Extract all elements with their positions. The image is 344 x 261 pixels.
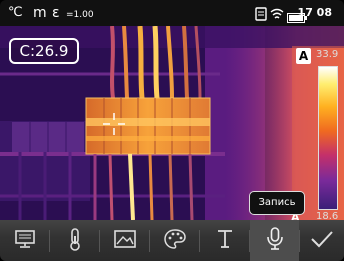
record-tooltip: Запись xyxy=(249,191,305,215)
storage-icon xyxy=(255,6,267,25)
microphone-icon xyxy=(265,226,285,256)
confirm-button[interactable] xyxy=(300,220,344,261)
center-temperature-readout: C:26.9 xyxy=(9,38,79,64)
image-icon xyxy=(113,228,137,254)
clock-time: 17 08 xyxy=(297,6,332,19)
monitor-icon xyxy=(14,228,36,254)
scale-mode-badge[interactable]: A xyxy=(296,48,311,64)
checkmark-icon xyxy=(310,229,334,253)
text-icon xyxy=(215,227,235,255)
image-mode-button[interactable] xyxy=(100,220,149,261)
emissivity-value: =1.00 xyxy=(66,10,94,20)
palette-button[interactable] xyxy=(150,220,199,261)
thermometer-icon xyxy=(64,227,86,255)
color-scale-bar xyxy=(318,66,338,210)
scale-max-value: 33.9 xyxy=(316,49,339,60)
emissivity-symbol: ε xyxy=(52,5,60,21)
palette-icon xyxy=(163,228,187,254)
measure-mode: m xyxy=(33,5,47,21)
bottom-toolbar xyxy=(0,220,344,261)
wifi-icon xyxy=(270,6,284,25)
voice-record-button[interactable] xyxy=(250,220,299,261)
temperature-settings-button[interactable] xyxy=(50,220,99,261)
temperature-unit: ℃ xyxy=(8,5,23,20)
status-bar: ℃ m ε =1.00 17 08 xyxy=(0,0,344,26)
display-settings-button[interactable] xyxy=(0,220,49,261)
text-annotation-button[interactable] xyxy=(200,220,249,261)
thermal-camera-screen: ℃ m ε =1.00 17 08 C:26.9 A 33.9 A 18.6 З… xyxy=(0,0,344,261)
